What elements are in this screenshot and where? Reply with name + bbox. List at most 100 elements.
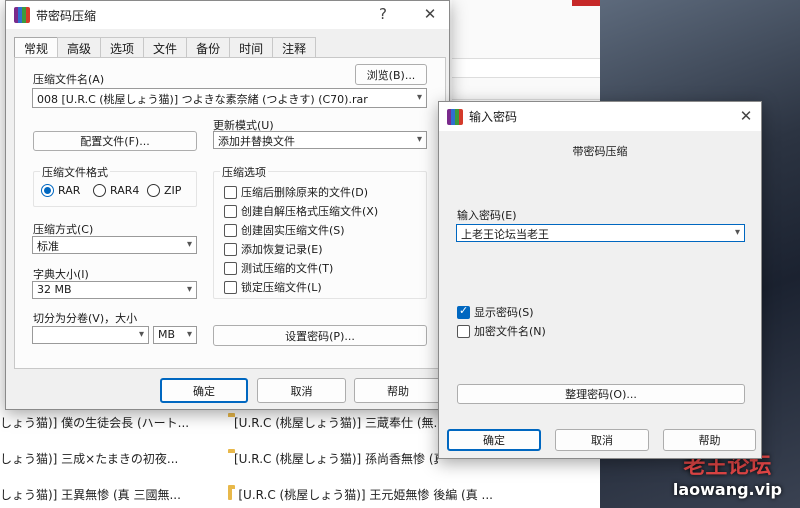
tab-comment[interactable]: 注释 <box>272 37 317 57</box>
option-recovery[interactable]: 添加恢复记录(E) <box>224 241 323 257</box>
help-button[interactable]: 帮助 <box>354 378 442 403</box>
list-item[interactable]: [U.R.C (桃屋しょう猫)] 王元姫無惨 後編 (真 ... <box>228 482 493 506</box>
tab-advanced[interactable]: 高级 <box>57 37 102 57</box>
update-mode-select[interactable]: 添加并替换文件 ▾ <box>213 131 427 149</box>
ok-button[interactable]: 确定 <box>447 429 541 451</box>
checkbox[interactable] <box>224 242 237 256</box>
dict-size-select[interactable]: 32 MB ▾ <box>32 281 197 299</box>
format-label: ZIP <box>164 184 182 197</box>
radio-indicator <box>93 184 106 197</box>
watermark-text-en: laowang.vip <box>672 480 782 499</box>
split-size-input[interactable]: ▾ <box>32 326 149 344</box>
option-lock[interactable]: 锁定压缩文件(L) <box>224 279 322 295</box>
option-label: 压缩后删除原来的文件(D) <box>241 186 369 199</box>
winrar-icon <box>14 7 30 23</box>
file-name: しょう猫)] 三成×たまきの初夜... <box>0 451 179 466</box>
folder-icon <box>228 485 236 500</box>
split-label: 切分为分卷(V)，大小 <box>33 312 138 325</box>
split-unit-value: MB <box>158 328 176 341</box>
option-test[interactable]: 测试压缩的文件(T) <box>224 260 333 276</box>
chevron-down-icon[interactable]: ▾ <box>735 227 740 238</box>
checkbox[interactable] <box>224 223 237 237</box>
cancel-button[interactable]: 取消 <box>555 429 649 451</box>
option-delete-after[interactable]: 压缩后删除原来的文件(D) <box>224 184 368 200</box>
option-label: 创建固实压缩文件(S) <box>241 224 345 237</box>
list-item[interactable]: しょう猫)] 三成×たまきの初夜... <box>0 446 215 470</box>
list-item[interactable]: [U.R.C (桃屋しょう猫)] 孫尚香無惨 (真... <box>228 446 438 470</box>
file-name: しょう猫)] 僕の生徒会長 (ハート... <box>0 415 190 430</box>
password-value: 上老王论坛当老王 <box>461 228 549 241</box>
option-label: 测试压缩的文件(T) <box>241 262 334 275</box>
tab-time[interactable]: 时间 <box>229 37 274 57</box>
tab-bar: 常规 高级 选项 文件 备份 时间 注释 <box>14 37 317 58</box>
chevron-down-icon[interactable]: ▾ <box>187 239 192 250</box>
encrypt-names-checkbox[interactable]: 加密文件名(N) <box>457 323 546 339</box>
checkbox[interactable] <box>457 304 470 319</box>
close-icon[interactable]: ✕ <box>734 107 758 125</box>
update-mode-value: 添加并替换文件 <box>218 135 295 148</box>
browse-button[interactable]: 浏览(B)... <box>355 64 427 85</box>
password-panel: 带密码压缩 输入密码(E) 上老王论坛当老王 ▾ 显示密码(S) 加密文件名(N… <box>439 131 761 423</box>
tab-options[interactable]: 选项 <box>100 37 145 57</box>
split-unit-select[interactable]: MB ▾ <box>153 326 197 344</box>
radio-indicator <box>41 184 54 197</box>
option-sfx[interactable]: 创建自解压格式压缩文件(X) <box>224 203 378 219</box>
checkbox[interactable] <box>224 280 237 294</box>
list-item[interactable]: [U.R.C (桃屋しょう猫)] 三蔵奉仕 (無... <box>228 410 438 434</box>
file-name: [U.R.C (桃屋しょう猫)] 王元姫無惨 後編 (真 ... <box>238 487 493 502</box>
show-password-checkbox[interactable]: 显示密码(S) <box>457 304 534 320</box>
dialog-titlebar: 输入密码 <box>439 102 761 131</box>
format-rar4-radio[interactable]: RAR4 <box>93 184 139 197</box>
checkbox-label: 加密文件名(N) <box>474 325 546 338</box>
format-group: 压缩文件格式 RAR RAR4 ZIP <box>33 164 197 207</box>
cancel-button[interactable]: 取消 <box>257 378 346 403</box>
chevron-down-icon[interactable]: ▾ <box>417 92 422 103</box>
help-button[interactable]: 帮助 <box>663 429 756 451</box>
checkbox[interactable] <box>224 204 237 218</box>
ok-button[interactable]: 确定 <box>160 378 248 403</box>
archive-dialog: 带密码压缩 ? ✕ 常规 高级 选项 文件 备份 时间 注释 压缩文件名(A) … <box>5 0 450 410</box>
options-group-title: 压缩选项 <box>220 164 268 180</box>
winrar-icon <box>447 108 463 125</box>
method-value: 标准 <box>37 240 59 253</box>
password-input[interactable]: 上老王论坛当老王 ▾ <box>456 224 745 242</box>
explorer-header-area <box>452 0 610 100</box>
profiles-button[interactable]: 配置文件(F)... <box>33 131 197 151</box>
checkbox[interactable] <box>224 261 237 275</box>
chevron-down-icon[interactable]: ▾ <box>187 284 192 295</box>
chevron-down-icon[interactable]: ▾ <box>417 134 422 145</box>
archive-name-field[interactable]: 008 [U.R.C (桃屋しょう猫)] つよきな素奈緒 (つよきす) (C70… <box>32 88 427 108</box>
password-dialog: 输入密码 ✕ 带密码压缩 输入密码(E) 上老王论坛当老王 ▾ 显示密码(S) … <box>438 101 762 459</box>
help-icon[interactable]: ? <box>371 5 395 23</box>
option-label: 创建自解压格式压缩文件(X) <box>241 205 379 218</box>
dialog-title: 输入密码 <box>469 110 518 124</box>
option-solid[interactable]: 创建固实压缩文件(S) <box>224 222 345 238</box>
red-accent-bar <box>572 0 602 6</box>
list-item[interactable]: しょう猫)] 王異無惨 (真 三國無... <box>0 482 215 506</box>
dict-size-label: 字典大小(I) <box>33 268 89 281</box>
set-password-button[interactable]: 设置密码(P)... <box>213 325 427 346</box>
chevron-down-icon[interactable]: ▾ <box>139 329 144 340</box>
tab-files[interactable]: 文件 <box>143 37 188 57</box>
tab-backup[interactable]: 备份 <box>186 37 231 57</box>
option-label: 锁定压缩文件(L) <box>241 281 322 294</box>
chevron-down-icon[interactable]: ▾ <box>187 329 192 340</box>
dialog-title: 带密码压缩 <box>36 8 97 23</box>
close-icon[interactable]: ✕ <box>418 5 442 23</box>
checkbox[interactable] <box>457 324 470 338</box>
archive-name-label: 压缩文件名(A) <box>33 73 105 86</box>
format-zip-radio[interactable]: ZIP <box>147 184 181 197</box>
checkbox[interactable] <box>224 185 237 199</box>
option-label: 添加恢复记录(E) <box>241 243 323 256</box>
explorer-toolbar-band <box>452 58 612 78</box>
organize-passwords-button[interactable]: 整理密码(O)... <box>457 384 745 404</box>
format-rar-radio[interactable]: RAR <box>41 184 80 197</box>
format-label: RAR <box>58 184 81 197</box>
list-item[interactable]: しょう猫)] 僕の生徒会長 (ハート... <box>0 410 215 434</box>
tab-general[interactable]: 常规 <box>14 37 59 58</box>
format-group-title: 压缩文件格式 <box>40 164 110 180</box>
method-select[interactable]: 标准 ▾ <box>32 236 197 254</box>
general-panel: 压缩文件名(A) 浏览(B)... 008 [U.R.C (桃屋しょう猫)] つ… <box>14 57 446 369</box>
archive-name-value: 008 [U.R.C (桃屋しょう猫)] つよきな素奈緒 (つよきす) (C70… <box>37 93 368 106</box>
radio-indicator <box>147 184 160 197</box>
